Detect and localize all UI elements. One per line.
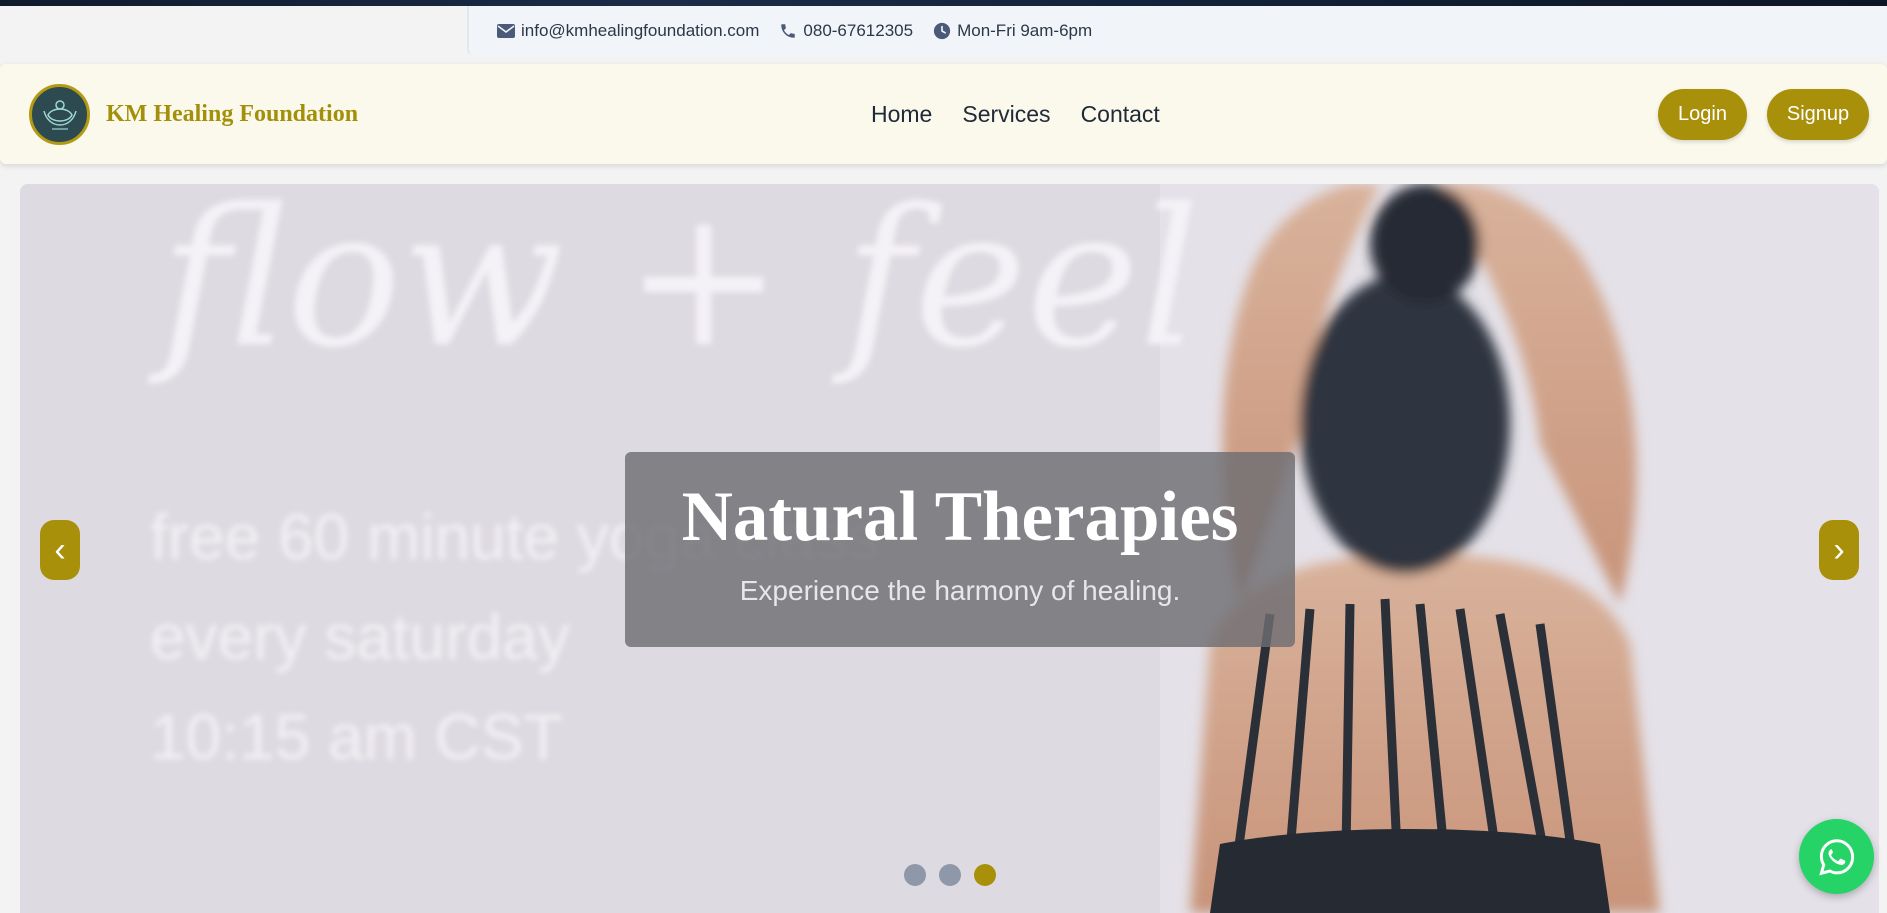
lotus-logo-icon	[42, 99, 77, 130]
chevron-right-icon: ›	[1833, 530, 1845, 569]
bg-text-flow-feel: flow + feel	[148, 184, 1200, 389]
signup-button[interactable]: Signup	[1767, 89, 1869, 140]
carousel-indicators	[904, 864, 1009, 886]
nav-home[interactable]: Home	[871, 101, 932, 128]
hero-title: Natural Therapies	[681, 478, 1239, 556]
nav-contact[interactable]: Contact	[1081, 101, 1160, 128]
phone-icon	[781, 23, 796, 38]
clock-icon	[933, 22, 951, 39]
hero-subtitle: Experience the harmony of healing.	[739, 575, 1181, 606]
bg-text-saturday: every saturday	[150, 601, 570, 673]
chevron-left-icon: ‹	[54, 530, 66, 569]
carousel-dot-2[interactable]	[939, 864, 961, 886]
nav-links: Home Services Contact	[871, 101, 1190, 128]
envelope-icon	[497, 23, 515, 38]
carousel-next-button[interactable]: ›	[1819, 520, 1859, 580]
whatsapp-chat-button[interactable]	[1799, 819, 1874, 894]
carousel-prev-button[interactable]: ‹	[40, 520, 80, 580]
brand-name[interactable]: KM Healing Foundation	[106, 101, 358, 128]
carousel-dot-3[interactable]	[974, 864, 996, 886]
main-navbar: KM Healing Foundation Home Services Cont…	[0, 64, 1887, 164]
whatsapp-icon	[1818, 838, 1854, 875]
contact-hours: Mon-Fri 9am-6pm	[933, 21, 1092, 41]
nav-services[interactable]: Services	[962, 101, 1050, 128]
brand-logo[interactable]	[29, 84, 90, 145]
contact-phone-text: 080-67612305	[803, 20, 914, 40]
hero-caption: Natural Therapies Experience the harmony…	[625, 452, 1295, 647]
contact-hours-text: Mon-Fri 9am-6pm	[957, 20, 1093, 40]
login-button[interactable]: Login	[1658, 89, 1747, 140]
contact-email-text: info@kmhealingfoundation.com	[521, 20, 760, 40]
hero-carousel: flow + feel free 60 minute yoga class ev…	[20, 184, 1879, 913]
contact-bar: info@kmhealingfoundation.com 080-6761230…	[467, 6, 1887, 55]
carousel-dot-1[interactable]	[904, 864, 926, 886]
contact-email[interactable]: info@kmhealingfoundation.com	[497, 21, 759, 41]
contact-phone[interactable]: 080-67612305	[779, 21, 913, 41]
bg-text-time: 10:15 am CST	[150, 701, 563, 773]
